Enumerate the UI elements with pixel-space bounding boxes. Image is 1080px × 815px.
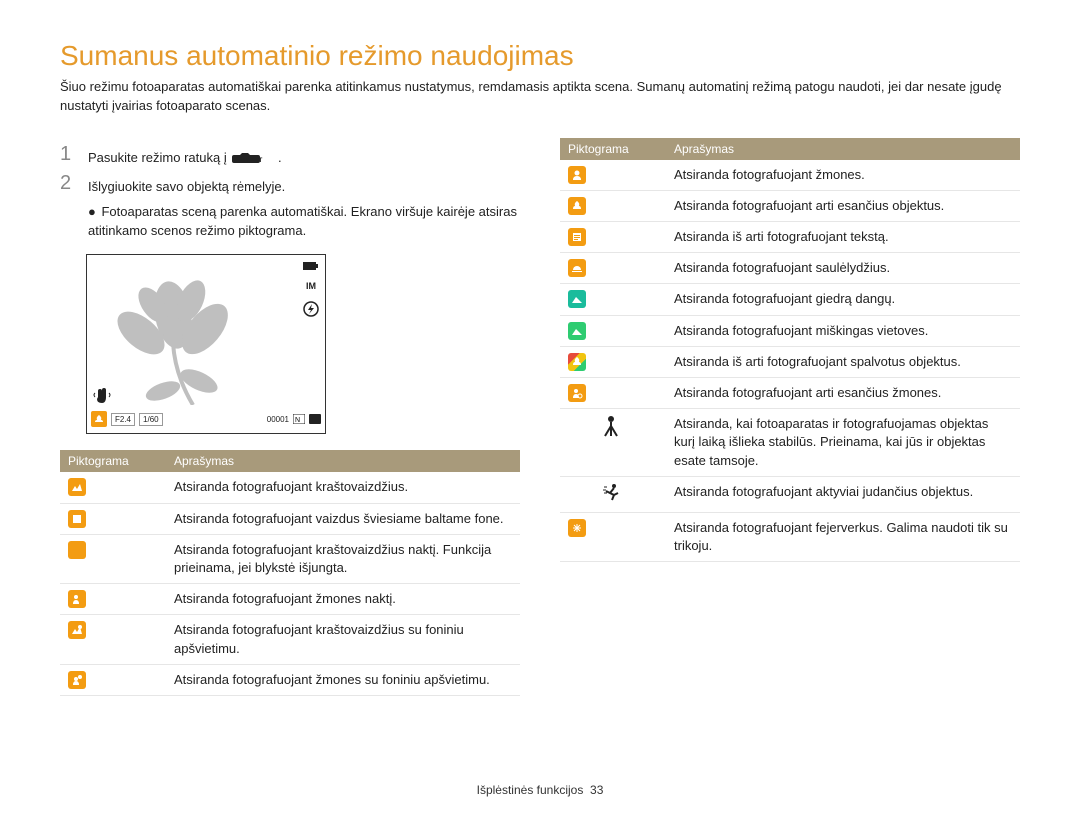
step-1-number: 1 [60, 144, 78, 164]
step-2: 2 Išlygiuokite savo objektą rėmelyje. [60, 173, 520, 197]
th-icon: Piktograma [60, 450, 166, 472]
row-desc: Atsiranda fotografuojant žmones. [666, 160, 1020, 191]
th-desc: Aprašymas [666, 138, 1020, 160]
footer-section: Išplėstinės funkcijos [477, 783, 584, 797]
scene-macro-icon [91, 411, 107, 427]
table-row: Atsiranda fotografuojant arti esančius ž… [560, 378, 1020, 409]
table-row: Atsiranda iš arti fotografuojant spalvot… [560, 346, 1020, 377]
row-desc: Atsiranda fotografuojant giedrą dangų. [666, 284, 1020, 315]
lcd-preview: IM F2.4 1/60 00001 N [86, 254, 326, 434]
step-1-text-a: Pasukite režimo ratuką į [88, 150, 230, 165]
text-macro-icon [568, 228, 586, 246]
right-icon-table: Piktograma Aprašymas Atsiranda fotografu… [560, 138, 1020, 563]
row-desc: Atsiranda fotografuojant kraštovaizdžius… [166, 534, 520, 583]
night-portrait-icon [68, 590, 86, 608]
table-row: Atsiranda fotografuojant aktyviai judanč… [560, 476, 1020, 512]
portrait-icon [568, 166, 586, 184]
row-desc: Atsiranda fotografuojant žmones su fonin… [166, 664, 520, 695]
row-desc: Atsiranda iš arti fotografuojant tekstą. [666, 222, 1020, 253]
th-icon: Piktograma [560, 138, 666, 160]
table-row: Atsiranda fotografuojant saulėlydžius. [560, 253, 1020, 284]
row-desc: Atsiranda fotografuojant saulėlydžius. [666, 253, 1020, 284]
table-row: Atsiranda fotografuojant vaizdus šviesia… [60, 503, 520, 534]
lcd-aperture: F2.4 [111, 413, 135, 426]
night-landscape-icon [68, 541, 86, 559]
table-row: Atsiranda fotografuojant žmones. [560, 160, 1020, 191]
card-icon [309, 414, 321, 424]
sunset-icon [568, 259, 586, 277]
table-row: Atsiranda fotografuojant fejerverkus. Ga… [560, 512, 1020, 561]
lcd-counter: 00001 [267, 415, 289, 424]
white-bg-icon [68, 510, 86, 528]
hand-stabilizer-icon [93, 387, 111, 405]
table-row: Atsiranda, kai fotoaparatas ir fotografu… [560, 409, 1020, 477]
row-desc: Atsiranda iš arti fotografuojant spalvot… [666, 346, 1020, 377]
backlight-landscape-icon [68, 621, 86, 639]
smart-mode-icon: SMART [230, 151, 274, 165]
table-row: Atsiranda iš arti fotografuojant tekstą. [560, 222, 1020, 253]
row-desc: Atsiranda fotografuojant arti esančius ž… [666, 378, 1020, 409]
table-row: Atsiranda fotografuojant kraštovaizdžius… [60, 534, 520, 583]
step-1: 1 Pasukite režimo ratuką į SMART . [60, 144, 520, 168]
row-desc: Atsiranda fotografuojant vaizdus šviesia… [166, 503, 520, 534]
im-label: IM [306, 281, 316, 291]
row-desc: Atsiranda fotografuojant miškingas vieto… [666, 315, 1020, 346]
flower-silhouette [113, 275, 263, 405]
step-1-text-b: . [278, 150, 282, 165]
blue-sky-icon [568, 290, 586, 308]
intro-text: Šiuo režimu fotoaparatas automatiškai pa… [60, 78, 1020, 116]
page-title: Sumanus automatinio režimo naudojimas [60, 40, 1020, 72]
footer-page: 33 [590, 783, 603, 797]
left-column: 1 Pasukite režimo ratuką į SMART . 2 Išl… [60, 138, 520, 696]
row-desc: Atsiranda fotografuojant aktyviai judanč… [666, 476, 1020, 512]
battery-icon [303, 261, 319, 271]
left-icon-table: Piktograma Aprašymas Atsiranda fotografu… [60, 450, 520, 696]
row-desc: Atsiranda fotografuojant arti esančius o… [666, 190, 1020, 221]
th-desc: Aprašymas [166, 450, 520, 472]
table-row: Atsiranda fotografuojant žmones su fonin… [60, 664, 520, 695]
forest-icon [568, 322, 586, 340]
table-row: Atsiranda fotografuojant arti esančius o… [560, 190, 1020, 221]
action-icon [602, 483, 624, 501]
row-desc: Atsiranda fotografuojant kraštovaizdžius… [166, 615, 520, 664]
row-desc: Atsiranda fotografuojant kraštovaizdžius… [166, 472, 520, 503]
step-2-bullet: Fotoaparatas sceną parenka automatiškai.… [60, 203, 520, 241]
tripod-icon [602, 415, 624, 437]
right-column: Piktograma Aprašymas Atsiranda fotografu… [560, 138, 1020, 696]
flash-off-icon [303, 301, 319, 317]
fireworks-icon [568, 519, 586, 537]
table-row: Atsiranda fotografuojant kraštovaizdžius… [60, 615, 520, 664]
color-macro-icon [568, 353, 586, 371]
row-desc: Atsiranda, kai fotoaparatas ir fotografu… [666, 409, 1020, 477]
macro-icon [568, 197, 586, 215]
quality-icon: N [293, 414, 305, 424]
row-desc: Atsiranda fotografuojant žmones naktį. [166, 584, 520, 615]
step-2-number: 2 [60, 173, 78, 193]
table-row: Atsiranda fotografuojant miškingas vieto… [560, 315, 1020, 346]
macro-portrait-icon [568, 384, 586, 402]
svg-text:SMART: SMART [241, 158, 263, 164]
backlight-portrait-icon [68, 671, 86, 689]
landscape-icon [68, 478, 86, 496]
svg-text:N: N [295, 417, 300, 424]
table-row: Atsiranda fotografuojant žmones naktį. [60, 584, 520, 615]
page-footer: Išplėstinės funkcijos 33 [0, 783, 1080, 797]
table-row: Atsiranda fotografuojant kraštovaizdžius… [60, 472, 520, 503]
table-row: Atsiranda fotografuojant giedrą dangų. [560, 284, 1020, 315]
row-desc: Atsiranda fotografuojant fejerverkus. Ga… [666, 512, 1020, 561]
lcd-shutter: 1/60 [139, 413, 163, 426]
step-2-text: Išlygiuokite savo objektą rėmelyje. [88, 173, 285, 197]
step-1-text: Pasukite režimo ratuką į SMART . [88, 144, 282, 168]
